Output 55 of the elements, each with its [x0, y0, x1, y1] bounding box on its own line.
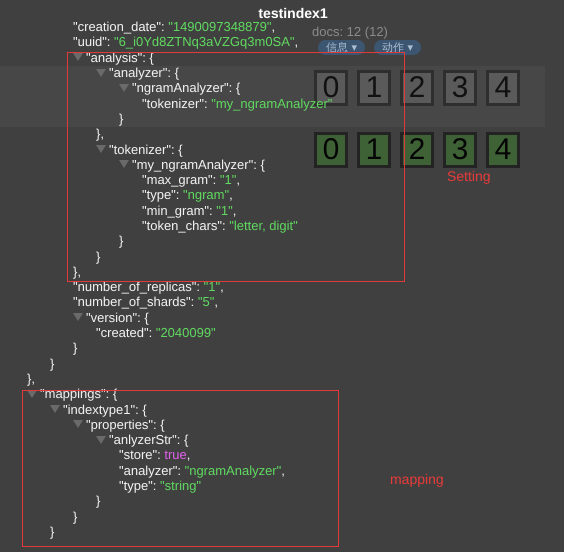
- json-line: "uuid": "6_i0Yd8ZTNq3aVZGq3m0SA",: [73, 34, 298, 50]
- json-line: }: [96, 493, 100, 508]
- shard-box[interactable]: 1: [357, 132, 391, 168]
- collapse-triangle-icon[interactable]: [73, 420, 83, 428]
- shard-box[interactable]: 3: [443, 70, 477, 106]
- shard-box[interactable]: 2: [400, 70, 434, 106]
- json-line: "anlyzerStr": {: [109, 432, 188, 448]
- json-line: "analyzer": {: [109, 65, 179, 80]
- json-line: "store": true,: [119, 447, 190, 462]
- json-line: "properties": {: [86, 416, 165, 432]
- annotation-label: Setting: [447, 168, 491, 184]
- shard-box[interactable]: 4: [486, 70, 520, 106]
- json-line: "number_of_shards": "5",: [73, 294, 218, 310]
- collapse-triangle-icon[interactable]: [96, 436, 106, 444]
- docs-count: docs: 12 (12): [312, 24, 388, 39]
- json-line: }: [50, 524, 54, 539]
- json-line: }: [119, 110, 124, 126]
- json-line: "creation_date": "1490097348879",: [73, 19, 276, 34]
- json-line: },: [96, 126, 104, 142]
- json-line: }: [73, 508, 78, 524]
- json-line: }: [50, 356, 54, 371]
- json-line: }: [96, 248, 100, 264]
- json-line: "analyzer": "ngramAnalyzer",: [119, 462, 285, 478]
- json-line: "type": "string": [119, 478, 202, 494]
- json-line: "ngramAnalyzer": {: [132, 80, 240, 96]
- window-title: testindex1: [258, 5, 328, 21]
- json-line: },: [73, 264, 81, 279]
- collapse-triangle-icon[interactable]: [73, 53, 83, 62]
- collapse-triangle-icon[interactable]: [119, 160, 129, 168]
- json-line: "token_chars": "letter, digit": [142, 218, 298, 233]
- json-line: "min_gram": "1",: [142, 202, 236, 218]
- json-line: "created": "2040099": [96, 325, 216, 340]
- shard-box[interactable]: 2: [400, 132, 434, 168]
- json-line: "tokenizer": {: [109, 142, 183, 157]
- collapse-triangle-icon[interactable]: [96, 68, 106, 77]
- shard-box[interactable]: 4: [486, 132, 520, 168]
- json-line: }: [73, 340, 78, 356]
- json-line: }: [119, 233, 124, 248]
- dropdown-button[interactable]: 动作 ▾: [374, 40, 422, 55]
- collapse-triangle-icon[interactable]: [50, 405, 60, 414]
- shard-box[interactable]: 0: [314, 132, 348, 168]
- json-line: "my_ngramAnalyzer": {: [132, 156, 265, 172]
- json-line: },: [27, 370, 35, 386]
- json-line: "version": {: [86, 310, 149, 325]
- json-line: "number_of_replicas": "1",: [73, 279, 224, 294]
- collapse-triangle-icon[interactable]: [27, 390, 37, 398]
- json-line: "max_gram": "1",: [142, 172, 240, 188]
- shard-box[interactable]: 1: [357, 70, 391, 106]
- json-line: "type": "ngram",: [142, 187, 233, 202]
- collapse-triangle-icon[interactable]: [73, 313, 83, 322]
- json-line: "indextype1": {: [63, 402, 147, 417]
- annotation-label: mapping: [390, 471, 444, 487]
- collapse-triangle-icon[interactable]: [96, 145, 106, 154]
- shard-box[interactable]: 3: [443, 132, 477, 168]
- collapse-triangle-icon[interactable]: [119, 84, 129, 92]
